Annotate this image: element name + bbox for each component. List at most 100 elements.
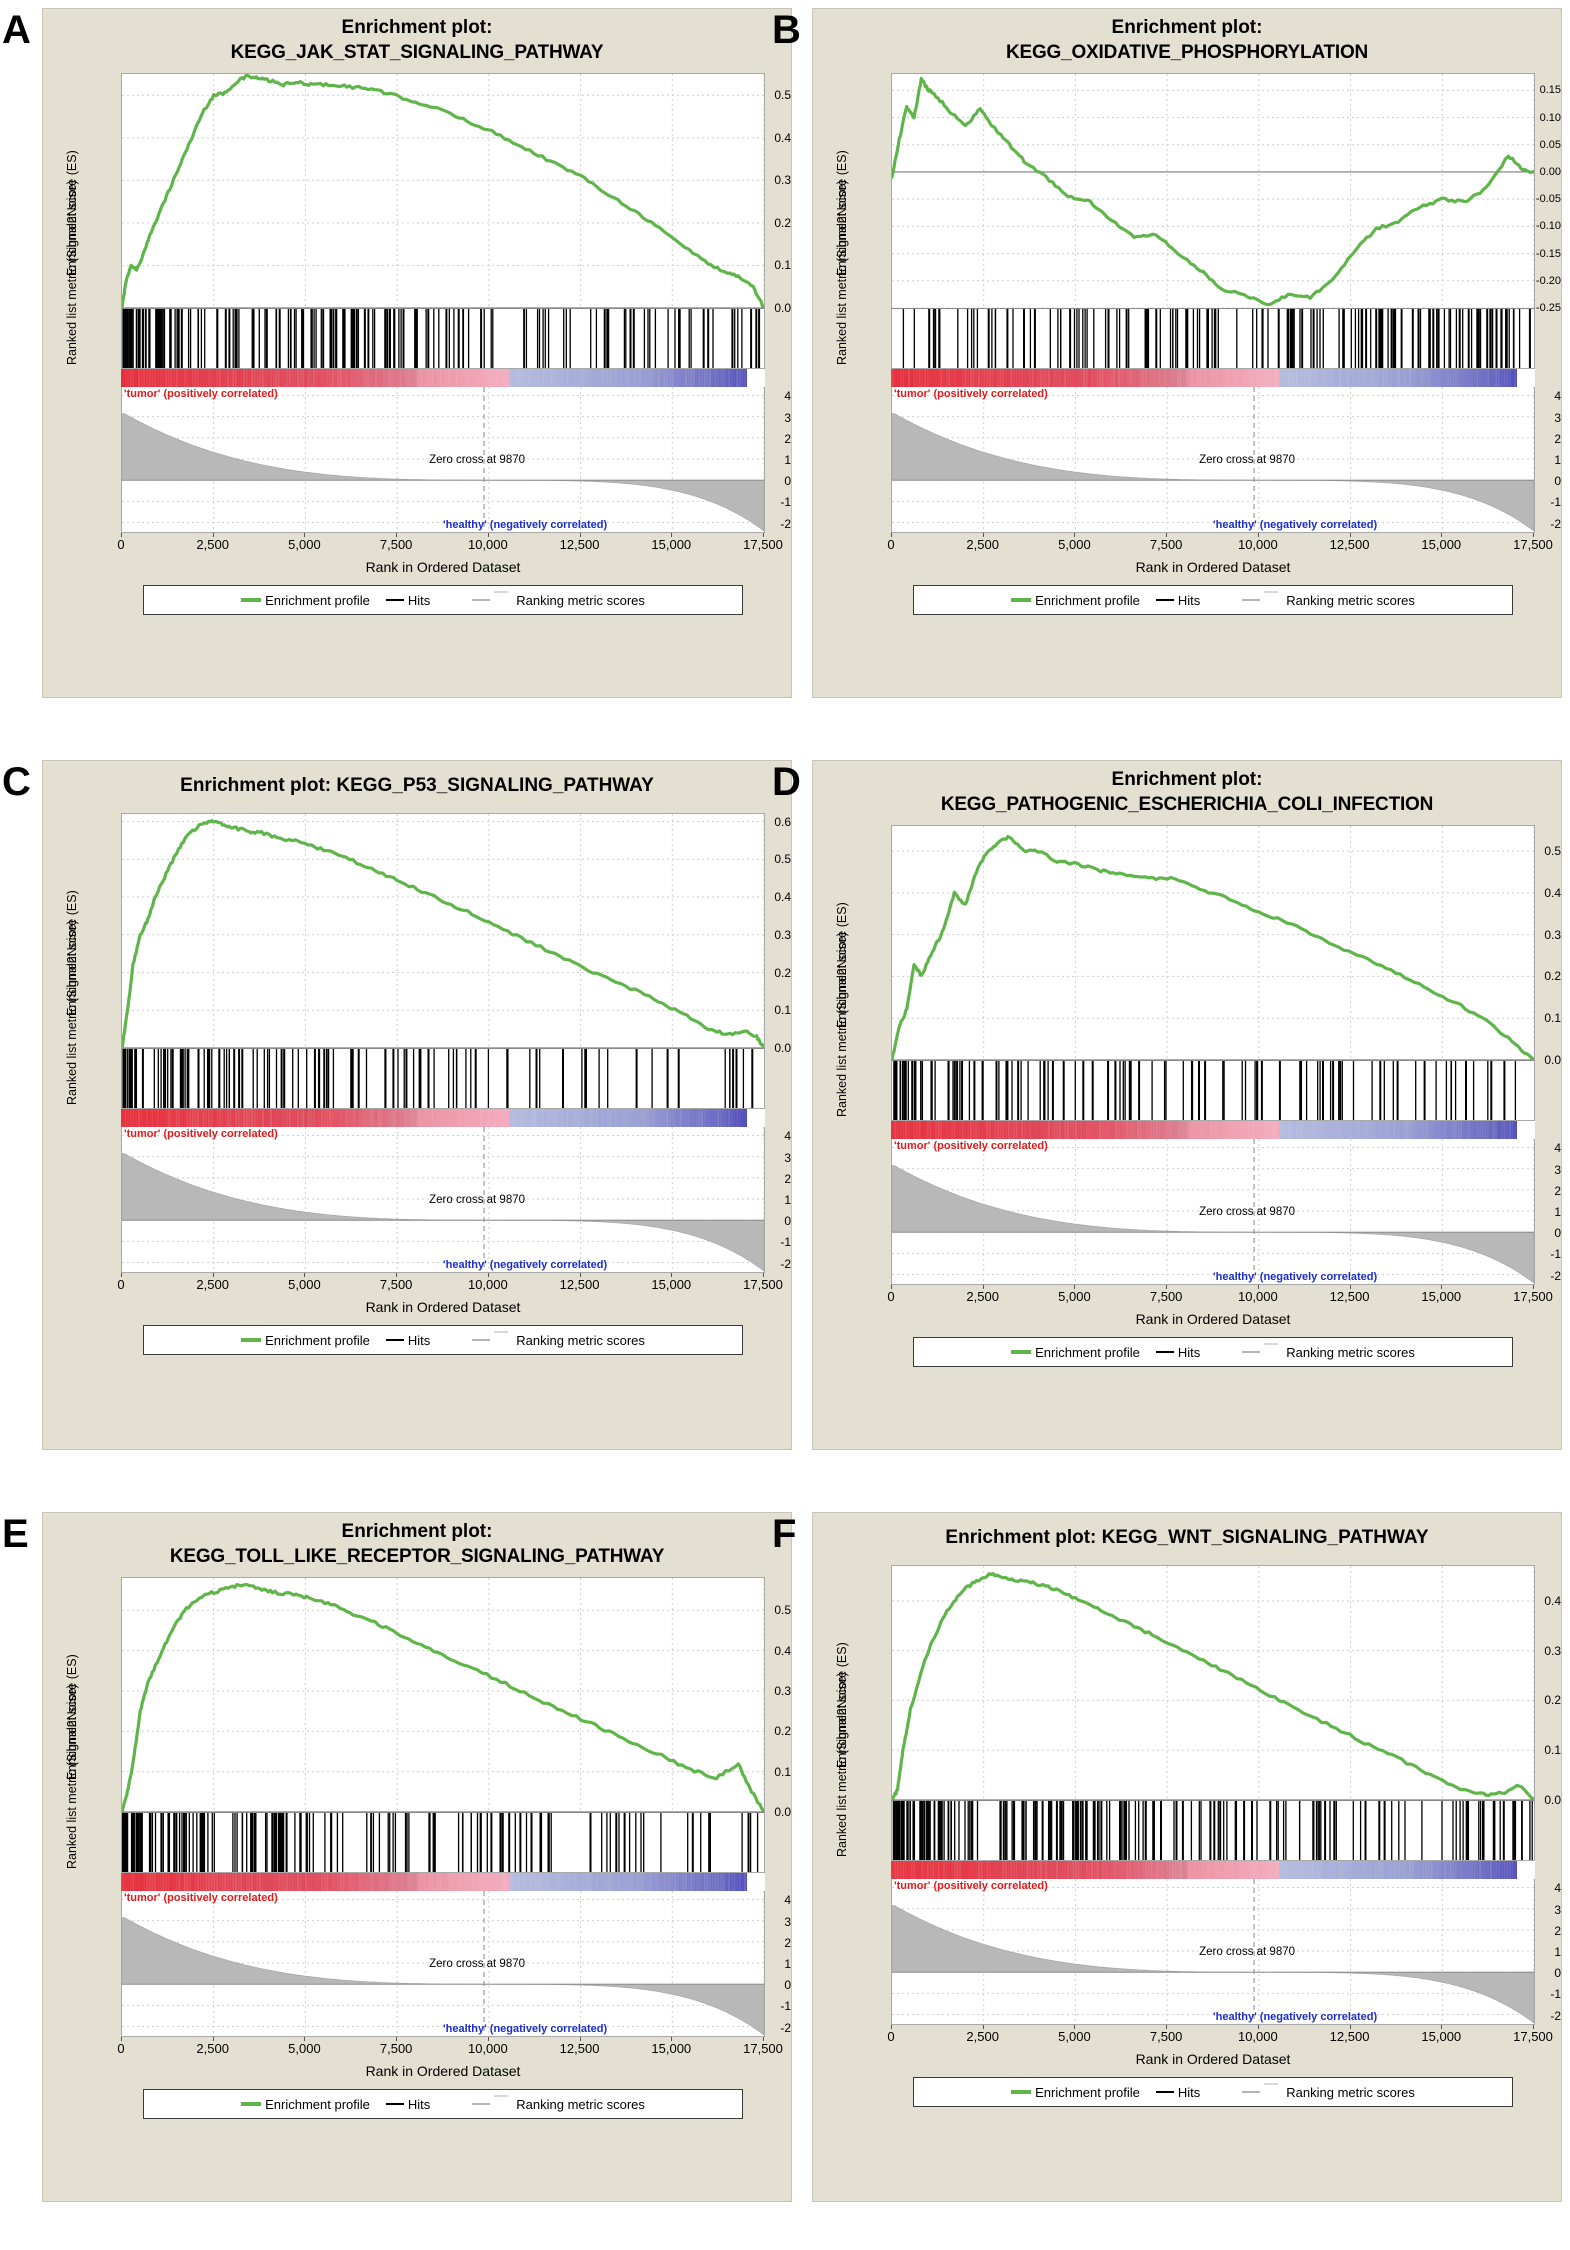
legend-label-enrichment-profile: Enrichment profile [1035,592,1140,608]
hits-strip [891,1801,1535,1861]
enrichment-profile-line [892,76,1534,307]
legend-item-hits: Hits [385,1333,430,1348]
correlation-colorbar [891,1121,1535,1139]
rank-ytick: 2 [1554,431,1561,446]
panel-title-line1: Enrichment plot: [1111,17,1263,38]
negative-correlation-label: 'healthy' (negatively correlated) [443,518,608,531]
es-ytick: 0.4 [1544,885,1561,900]
rank-ytick: 1 [784,1957,791,1971]
es-ytick: 0.10 [1539,111,1561,124]
enrichment-panel-c: Enrichment plot: KEGG_P53_SIGNALING_PATH… [42,760,792,1450]
x-axis-label: Rank in Ordered Dataset [1135,1311,1291,1327]
ranking-metric-axis-label: Ranked list metric (Signal2Noise) [65,920,79,1105]
legend-label-enrichment-profile: Enrichment profile [265,592,370,608]
x-tick: 5,000 [288,1277,321,1292]
plot-legend: Enrichment profile Hits Ranking metric sco… [143,1325,743,1355]
es-ytick: 0.5 [774,852,791,867]
x-tick: 10,000 [467,1277,508,1292]
x-tick: 17,500 [1513,1289,1553,1304]
legend-label-hits: Hits [1177,592,1201,608]
es-ytick: 0.4 [1544,1593,1561,1608]
x-axis-label: Rank in Ordered Dataset [1135,559,1291,575]
legend-item-hits: Hits [385,593,430,608]
negative-correlation-label: 'healthy' (negatively correlated) [443,2022,608,2035]
x-tick: 0 [117,537,125,552]
legend-item-hits: Hits [1155,592,1201,608]
grey-line-icon [1242,1343,1279,1353]
x-tick: 7,500 [1149,1289,1183,1304]
rank-ytick: 2 [1554,1183,1561,1198]
correlation-colorbar [121,1109,765,1127]
legend-item-ranking-metric: Ranking metric scores [1242,1343,1415,1360]
panel-letter-e: E [2,1512,29,1556]
positive-correlation-label: 'tumor' (positively correlated) [894,1140,1048,1152]
legend-item-enrichment-profile: Enrichment profile [241,593,370,608]
x-tick: 7,500 [379,1277,413,1292]
panel-letter-f: F [772,1512,797,1556]
panel-title-line1: Enrichment plot: KEGG_P53_SIGNALING_PATH… [180,775,654,796]
x-tick: 5,000 [288,537,321,552]
es-ytick: 0.1 [774,1003,791,1018]
es-ytick: 0.05 [1539,138,1561,151]
zero-cross-label: Zero cross at 9870 [429,1194,526,1207]
es-ytick: 0.1 [1544,1743,1561,1758]
zero-cross-label: Zero cross at 9870 [429,454,526,467]
rank-ytick: 0 [1554,474,1561,489]
x-tick: 0 [117,2041,125,2056]
grey-line-icon [472,591,509,601]
es-ytick: -0.15 [1535,247,1561,260]
black-line-icon [385,1338,404,1342]
panel-letter-c: C [2,760,31,804]
rank-ytick: 1 [784,453,791,467]
rank-ytick: 0 [1554,1966,1561,1981]
ranking-metric-area [892,1905,1534,2023]
zero-cross-label: Zero cross at 9870 [1199,1946,1296,1959]
x-tick: 2,500 [196,537,229,552]
x-tick: 5,000 [1058,537,1091,552]
zero-cross-label: Zero cross at 9870 [429,1958,526,1971]
x-tick: 7,500 [379,2041,413,2056]
rank-ytick: 1 [1554,1945,1561,1959]
green-line-icon [1011,1350,1032,1354]
enrichment-profile-line [892,835,1534,1060]
rank-ytick: -1 [780,1999,791,2014]
legend-label-enrichment-profile: Enrichment profile [1035,1344,1140,1360]
es-ytick: 0.3 [1544,927,1561,942]
rank-ytick: 2 [784,431,791,446]
x-tick: 2,500 [196,1277,229,1292]
es-ytick: -0.10 [1535,220,1561,233]
ranking-metric-area [122,1153,764,1271]
es-ytick: 0.00 [1539,165,1561,178]
rank-ytick: -1 [1550,495,1561,510]
green-line-icon [241,598,262,602]
es-ytick: 0.4 [774,1643,791,1658]
es-ytick: 0.3 [1544,1643,1561,1658]
es-ytick: 0.1 [774,1764,791,1779]
panel-title-line1: Enrichment plot: [341,17,493,38]
legend-label-enrichment-profile: Enrichment profile [1035,2084,1140,2100]
enrichment-score-plot [121,73,765,309]
rank-ytick: 4 [1554,1881,1561,1896]
panel-title-line2: KEGG_JAK_STAT_SIGNALING_PATHWAY [230,42,604,63]
legend-label-hits: Hits [407,2096,431,2112]
black-line-icon [1155,2090,1174,2094]
green-line-icon [1011,598,1032,602]
rank-ytick: 0 [784,1214,791,1229]
rank-ytick: 3 [784,410,791,425]
black-line-icon [1155,1350,1174,1354]
panel-letter-a: A [2,8,31,52]
legend-item-ranking-metric: Ranking metric scores [1242,591,1415,608]
x-tick: 15,000 [1421,2029,1462,2044]
enrichment-panel-b: Enrichment plot: KEGG_OXIDATIVE_PHOSPHORY… [812,8,1562,698]
es-ytick: 0.4 [774,890,791,905]
rank-ytick: -2 [1550,2008,1561,2023]
x-axis-label: Rank in Ordered Dataset [365,1299,521,1315]
rank-ytick: 3 [1554,1902,1561,1917]
green-line-icon [241,2102,262,2106]
rank-ytick: -2 [780,2020,791,2035]
panel-title-line2: KEGG_TOLL_LIKE_RECEPTOR_SIGNALING_PATHWA… [169,1546,665,1567]
rank-ytick: -1 [780,1235,791,1250]
enrichment-score-plot [891,1565,1535,1801]
plot-legend: Enrichment profile Hits Ranking metric sco… [143,2089,743,2119]
legend-label-enrichment-profile: Enrichment profile [265,1332,370,1348]
